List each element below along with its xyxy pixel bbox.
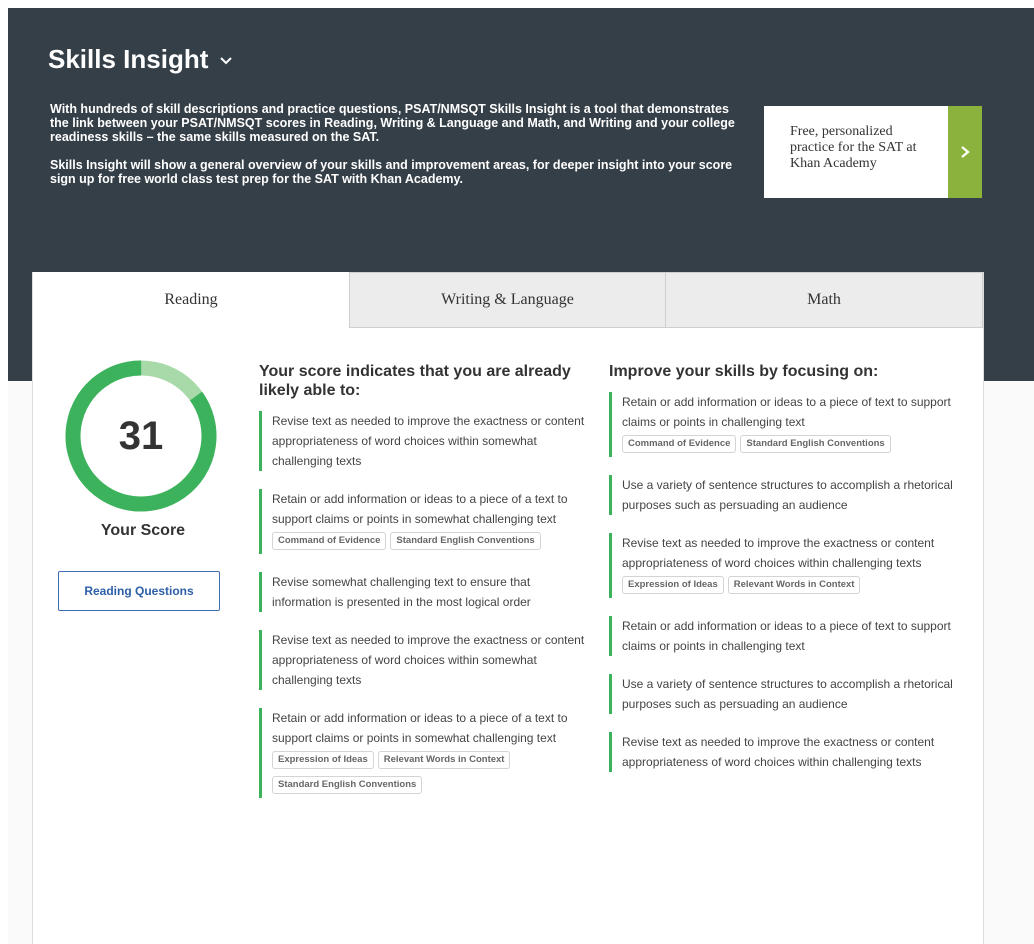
skill-tags: Command of Evidence Standard English Conv… (272, 529, 589, 554)
improvement-item: Use a variety of sentence structures to … (609, 674, 954, 714)
chevron-right-icon (961, 146, 970, 158)
subject-tabs: Reading Writing & Language Math (33, 272, 983, 328)
strengths-column: Your score indicates that you are alread… (259, 362, 589, 816)
improvements-heading: Improve your skills by focusing on: (609, 363, 879, 380)
skill-description: Retain or add information or ideas to a … (622, 395, 951, 429)
improvements-column: Improve your skills by focusing on: Reta… (609, 362, 954, 790)
strength-item: Revise text as needed to improve the exa… (259, 630, 589, 690)
skill-description: Revise text as needed to improve the exa… (622, 536, 935, 570)
top-border (0, 0, 1034, 8)
khan-card-text: Free, personalized practice for the SAT … (790, 124, 917, 171)
tab-writing-language[interactable]: Writing & Language (349, 272, 666, 328)
reading-questions-button[interactable]: Reading Questions (58, 571, 220, 611)
skill-tag[interactable]: Standard English Conventions (272, 776, 423, 794)
skill-description: Retain or add information or ideas to a … (272, 492, 568, 526)
skill-tag[interactable]: Command of Evidence (272, 532, 387, 550)
left-border (0, 0, 8, 944)
skill-tag[interactable]: Command of Evidence (622, 435, 737, 453)
page-title: Skills Insight (48, 44, 209, 74)
skill-description: Revise text as needed to improve the exa… (272, 633, 585, 687)
strengths-heading: Your score indicates that you are alread… (259, 363, 571, 399)
skill-tags: Expression of Ideas Relevant Words in Con… (622, 573, 954, 598)
skill-description: Retain or add information or ideas to a … (622, 619, 951, 653)
khan-academy-card[interactable]: Free, personalized practice for the SAT … (764, 106, 982, 198)
improvement-item: Use a variety of sentence structures to … (609, 475, 954, 515)
tab-reading[interactable]: Reading (33, 272, 349, 328)
skill-tag[interactable]: Standard English Conventions (390, 532, 541, 550)
chevron-down-icon (220, 56, 233, 64)
score-value: 31 (118, 413, 164, 458)
intro-paragraph-1: With hundreds of skill descriptions and … (50, 102, 735, 144)
strength-item: Revise text as needed to improve the exa… (259, 411, 589, 471)
skill-tag[interactable]: Relevant Words in Context (727, 576, 861, 594)
page-title-dropdown[interactable]: Skills Insight (48, 44, 234, 75)
skill-description: Use a variety of sentence structures to … (622, 677, 953, 711)
intro-description: With hundreds of skill descriptions and … (50, 102, 750, 200)
improvement-item: Revise text as needed to improve the exa… (609, 732, 954, 772)
skill-description: Use a variety of sentence structures to … (622, 478, 953, 512)
skill-tag[interactable]: Expression of Ideas (272, 751, 374, 769)
skill-description: Revise text as needed to improve the exa… (272, 414, 585, 468)
improvement-item: Retain or add information or ideas to a … (609, 616, 954, 656)
strengths-list: Revise text as needed to improve the exa… (259, 411, 589, 798)
skill-tag[interactable]: Relevant Words in Context (377, 751, 511, 769)
skill-tags: Command of Evidence Standard English Conv… (622, 432, 954, 457)
strength-item: Retain or add information or ideas to a … (259, 489, 589, 554)
improvements-list: Retain or add information or ideas to a … (609, 392, 954, 772)
skill-description: Revise somewhat challenging text to ensu… (272, 575, 531, 609)
skill-tags: Expression of Ideas Relevant Words in Con… (272, 748, 589, 798)
score-label: Your Score (100, 522, 186, 539)
intro-paragraph-2: Skills Insight will show a general overv… (50, 158, 733, 186)
skill-description: Revise text as needed to improve the exa… (622, 735, 935, 769)
strength-item: Retain or add information or ideas to a … (259, 708, 589, 798)
strength-item: Revise somewhat challenging text to ensu… (259, 572, 589, 612)
skill-tag[interactable]: Expression of Ideas (622, 576, 724, 594)
skill-tag[interactable]: Standard English Conventions (740, 435, 891, 453)
skill-description: Retain or add information or ideas to a … (272, 711, 568, 745)
tab-math[interactable]: Math (666, 272, 983, 328)
score-ring: 31 (61, 356, 221, 516)
skills-panel: Reading Writing & Language Math 31 Your … (32, 272, 984, 944)
improvement-item: Revise text as needed to improve the exa… (609, 533, 954, 598)
improvement-item: Retain or add information or ideas to a … (609, 392, 954, 457)
khan-card-arrow-button[interactable] (948, 106, 982, 198)
